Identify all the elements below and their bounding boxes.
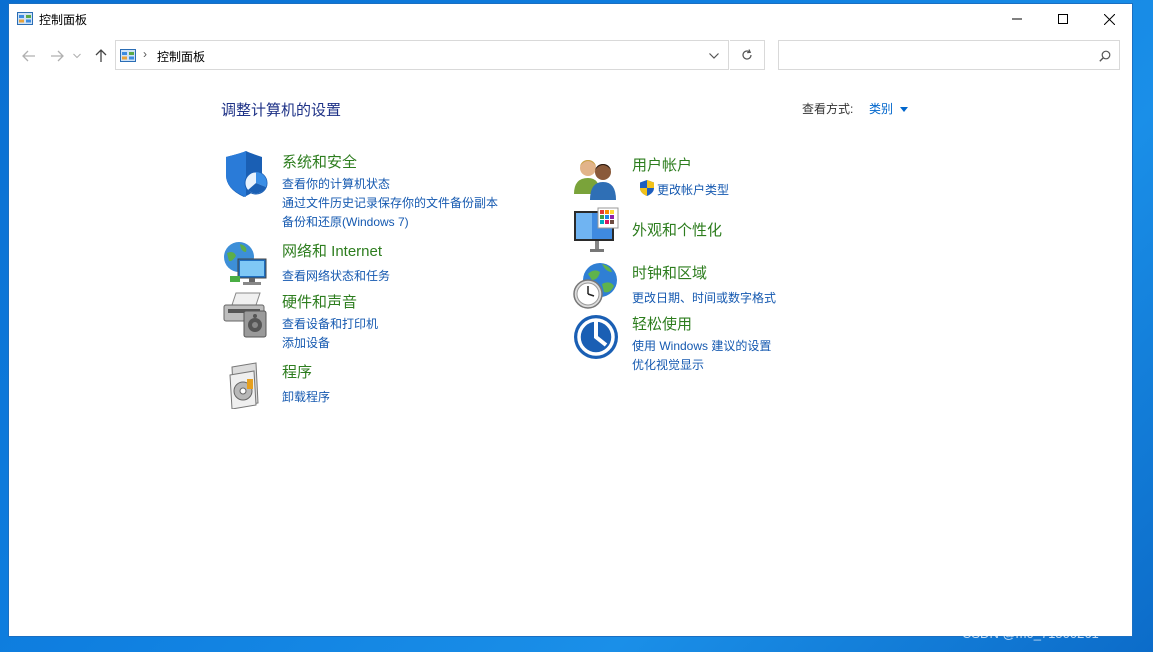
caret-down-icon (900, 107, 909, 113)
view-by-dropdown[interactable]: 类别 (869, 100, 909, 117)
chevron-down-icon (73, 53, 81, 59)
users-icon[interactable] (572, 154, 620, 202)
shield-icon[interactable] (222, 151, 270, 199)
navigation-bar: › 控制面板 (9, 40, 1132, 72)
link-backup-restore[interactable]: 备份和还原(Windows 7) (282, 213, 409, 230)
link-optimize-visual-display[interactable]: 优化视觉显示 (632, 356, 704, 373)
category-title-clock-region[interactable]: 时钟和区域 (632, 262, 707, 283)
link-change-date-time-format[interactable]: 更改日期、时间或数字格式 (632, 289, 776, 306)
uac-shield-icon (640, 180, 654, 196)
control-panel-icon (120, 49, 136, 62)
forward-button[interactable] (47, 46, 67, 66)
search-box[interactable] (778, 40, 1120, 70)
category-title-user-accounts[interactable]: 用户帐户 (632, 154, 692, 175)
up-button[interactable] (91, 46, 111, 66)
maximize-button[interactable] (1040, 4, 1086, 34)
control-panel-icon (17, 12, 33, 25)
appearance-monitor-icon[interactable] (572, 207, 620, 255)
link-network-status[interactable]: 查看网络状态和任务 (282, 267, 390, 284)
link-uninstall-program[interactable]: 卸载程序 (282, 388, 330, 405)
link-change-account-type[interactable]: 更改帐户类型 (657, 181, 729, 198)
clock-globe-icon[interactable] (572, 262, 620, 310)
category-title-system-security[interactable]: 系统和安全 (282, 151, 357, 172)
programs-icon[interactable] (222, 361, 270, 409)
search-input[interactable] (785, 45, 1089, 67)
link-file-history-backup[interactable]: 通过文件历史记录保存你的文件备份副本 (282, 194, 498, 211)
category-title-ease-of-access[interactable]: 轻松使用 (632, 313, 692, 334)
address-dropdown-icon[interactable] (709, 53, 719, 59)
title-bar[interactable]: 控制面板 (9, 4, 1132, 34)
category-title-hardware-sound[interactable]: 硬件和声音 (282, 291, 357, 312)
link-recommended-settings[interactable]: 使用 Windows 建议的设置 (632, 337, 771, 354)
forward-arrow-icon (51, 50, 64, 62)
link-view-computer-status[interactable]: 查看你的计算机状态 (282, 175, 390, 192)
close-button[interactable] (1086, 4, 1132, 34)
search-icon[interactable] (1099, 50, 1111, 62)
network-globe-icon[interactable] (222, 240, 270, 288)
back-arrow-icon (22, 50, 35, 62)
recent-locations-button[interactable] (71, 46, 83, 66)
close-icon (1103, 13, 1115, 25)
category-title-network-internet[interactable]: 网络和 Internet (282, 240, 382, 261)
printer-speaker-icon[interactable] (222, 291, 270, 339)
minimize-icon (1012, 18, 1022, 20)
control-panel-window: 控制面板 › 控制面板 调整计算机的设置 查看方式: 类别 系统和安全 查看你的… (9, 4, 1132, 636)
view-by-label: 查看方式: (802, 102, 854, 116)
back-button[interactable] (19, 46, 39, 66)
category-title-appearance[interactable]: 外观和个性化 (632, 219, 722, 240)
view-by-value[interactable]: 类别 (869, 102, 893, 116)
address-bar[interactable]: › 控制面板 (115, 40, 729, 70)
window-title: 控制面板 (39, 13, 88, 27)
link-devices-printers[interactable]: 查看设备和打印机 (282, 315, 378, 332)
watermark: CSDN @m0_71500261 (962, 626, 1099, 641)
maximize-icon (1058, 14, 1068, 24)
refresh-icon (742, 49, 752, 60)
category-title-programs[interactable]: 程序 (282, 361, 312, 382)
minimize-button[interactable] (994, 4, 1040, 34)
page-heading: 调整计算机的设置 (221, 102, 342, 119)
up-arrow-icon (95, 49, 107, 62)
refresh-button[interactable] (730, 40, 765, 70)
ease-of-access-icon[interactable] (572, 313, 620, 361)
breadcrumb-separator[interactable]: › (143, 47, 147, 61)
link-add-device[interactable]: 添加设备 (282, 334, 330, 351)
breadcrumb-item-control-panel[interactable]: 控制面板 (157, 48, 205, 65)
